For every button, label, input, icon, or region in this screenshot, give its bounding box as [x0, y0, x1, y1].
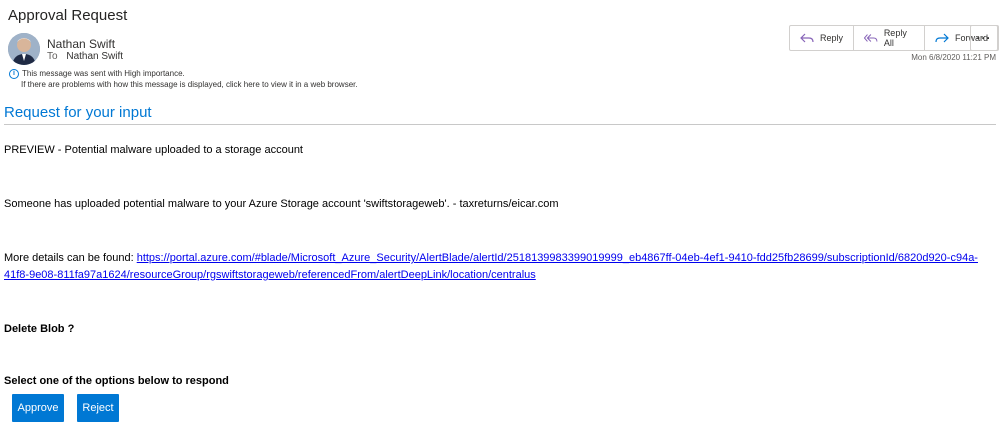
recipient-name[interactable]: Nathan Swift	[66, 51, 123, 62]
question-text: Delete Blob ?	[4, 323, 75, 335]
instruction-text: Select one of the options below to respo…	[4, 375, 229, 387]
to-label: To	[47, 51, 58, 62]
display-note[interactable]: If there are problems with how this mess…	[9, 79, 358, 90]
reply-all-label: Reply All	[883, 28, 907, 48]
info-icon: i	[9, 68, 19, 79]
importance-info: i This message was sent with High importa…	[9, 68, 358, 90]
reply-button[interactable]: Reply	[790, 26, 855, 50]
timestamp: Mon 6/8/2020 11:21 PM	[911, 53, 996, 62]
details-prefix: More details can be found:	[4, 252, 137, 264]
message-heading: Request for your input	[4, 104, 152, 121]
azure-portal-link[interactable]: https://portal.azure.com/#blade/Microsof…	[4, 252, 978, 281]
more-actions-button[interactable]: ···	[970, 25, 998, 51]
reply-icon	[800, 33, 814, 43]
reply-label: Reply	[820, 33, 844, 43]
email-subject: Approval Request	[8, 7, 128, 24]
message-toolbar: Reply Reply All Forward	[789, 25, 999, 51]
reject-button[interactable]: Reject	[77, 394, 119, 422]
reply-all-button[interactable]: Reply All	[854, 26, 925, 50]
sender-name[interactable]: Nathan Swift	[47, 37, 115, 51]
description-text: Someone has uploaded potential malware t…	[4, 198, 559, 210]
avatar	[8, 33, 40, 65]
importance-note: This message was sent with High importan…	[22, 69, 185, 78]
recipient-line: To Nathan Swift	[47, 51, 123, 62]
preview-line: PREVIEW - Potential malware uploaded to …	[4, 144, 303, 156]
forward-icon	[935, 33, 949, 43]
details-paragraph: More details can be found: https://porta…	[4, 250, 996, 284]
heading-divider	[4, 124, 996, 125]
reply-all-icon	[864, 34, 878, 42]
approve-button[interactable]: Approve	[12, 394, 64, 422]
